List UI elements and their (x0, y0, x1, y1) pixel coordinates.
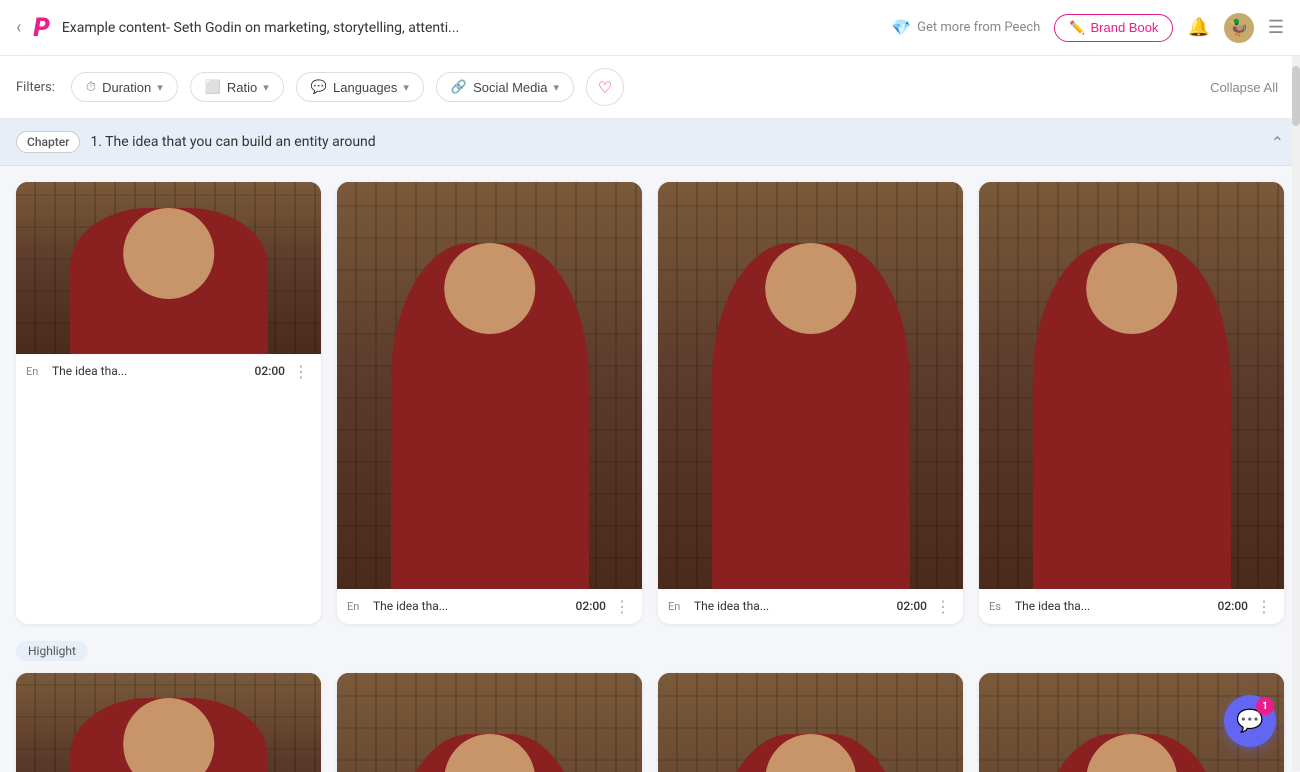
diamond-icon: 💎 (891, 18, 911, 37)
person-figure (123, 208, 215, 300)
video-card[interactable]: En The idea tha... 01:34 ⋮ (658, 673, 963, 772)
video-card[interactable]: En The idea tha... 01:34 ⋮ (16, 673, 321, 772)
more-options-icon[interactable]: ⋮ (291, 362, 311, 381)
card-info: Es The idea tha... 02:00 ⋮ (979, 589, 1284, 624)
card-thumbnail (16, 182, 321, 354)
thumbnail-image (337, 182, 642, 589)
clock-icon: ⏱ (86, 79, 96, 95)
person-figure (1086, 734, 1178, 772)
clip-name: The idea tha... (1015, 599, 1212, 613)
header-actions: 💎 Get more from Peech ✏️ Brand Book 🔔 🦆 … (891, 13, 1284, 43)
video-card[interactable]: En The idea tha... 02:00 ⋮ (658, 182, 963, 624)
languages-filter[interactable]: 💬 Languages ▾ (296, 72, 424, 102)
brand-book-button[interactable]: ✏️ Brand Book (1054, 14, 1173, 42)
chapter-cards-grid: En The idea tha... 02:00 ⋮ En The idea t… (16, 182, 1284, 624)
language-icon: 💬 (311, 79, 327, 95)
clip-name: The idea tha... (694, 599, 891, 613)
language-label: En (26, 365, 46, 378)
share-icon: 🔗 (451, 79, 467, 95)
collapse-all-button[interactable]: Collapse All (1204, 74, 1284, 101)
card-info: En The idea tha... 02:00 ⋮ (16, 354, 321, 389)
filters-bar: Filters: ⏱ Duration ▾ ⬜ Ratio ▾ 💬 Langua… (0, 56, 1300, 119)
chevron-down-icon: ▾ (157, 81, 163, 94)
person-figure (444, 243, 536, 335)
person-figure (1086, 243, 1178, 335)
video-card[interactable]: En The idea tha... 02:00 ⋮ (16, 182, 321, 624)
person-figure (765, 243, 857, 335)
scrollbar-thumb[interactable] (1292, 66, 1300, 126)
duration-filter[interactable]: ⏱ Duration ▾ (71, 72, 178, 102)
thumbnail-image (16, 673, 321, 772)
heart-icon: ♡ (598, 78, 612, 97)
chapter-badge: Chapter (16, 131, 80, 153)
upgrade-text: Get more from Peech (917, 20, 1040, 35)
card-info: En The idea tha... 02:00 ⋮ (337, 589, 642, 624)
filters-label: Filters: (16, 80, 55, 95)
card-thumbnail (979, 182, 1284, 589)
chapter-header: Chapter 1. The idea that you can build a… (0, 119, 1300, 166)
thumbnail-image (658, 182, 963, 589)
clip-duration: 02:00 (255, 364, 285, 378)
scrollbar-track[interactable] (1292, 56, 1300, 771)
favorites-filter[interactable]: ♡ (586, 68, 624, 106)
logo: P (33, 13, 49, 43)
thumbnail-image (16, 182, 321, 354)
card-thumbnail (337, 673, 642, 772)
menu-icon[interactable]: ☰ (1268, 17, 1284, 38)
chevron-down-icon: ▾ (263, 81, 269, 94)
social-media-label: Social Media (473, 80, 547, 95)
pencil-icon: ✏️ (1069, 20, 1085, 36)
person-figure (123, 698, 215, 772)
header: ‹ P Example content- Seth Godin on marke… (0, 0, 1300, 56)
more-options-icon[interactable]: ⋮ (612, 597, 632, 616)
thumbnail-image (337, 673, 642, 772)
chapter-cards-section: En The idea tha... 02:00 ⋮ En The idea t… (0, 166, 1300, 772)
card-info: En The idea tha... 02:00 ⋮ (658, 589, 963, 624)
person-figure (444, 734, 536, 772)
ratio-filter[interactable]: ⬜ Ratio ▾ (190, 72, 284, 102)
card-thumbnail (337, 182, 642, 589)
back-button[interactable]: ‹ (16, 17, 21, 38)
user-avatar[interactable]: 🦆 (1224, 13, 1254, 43)
video-card[interactable]: En The idea tha... 01:34 ⋮ (337, 673, 642, 772)
language-label: Es (989, 600, 1009, 613)
card-thumbnail (658, 182, 963, 589)
card-thumbnail (658, 673, 963, 772)
more-options-icon[interactable]: ⋮ (933, 597, 953, 616)
chapter-collapse-icon[interactable]: ⌃ (1271, 133, 1284, 152)
highlight-badge: Highlight (16, 641, 88, 661)
ratio-label: Ratio (227, 80, 257, 95)
clip-name: The idea tha... (373, 599, 570, 613)
highlight-cards-grid: En The idea tha... 01:34 ⋮ En The idea t… (16, 673, 1284, 772)
clip-name: The idea tha... (52, 364, 249, 378)
thumbnail-image (979, 182, 1284, 589)
more-options-icon[interactable]: ⋮ (1254, 597, 1274, 616)
video-card[interactable]: Es The idea tha... 02:00 ⋮ (979, 182, 1284, 624)
card-thumbnail (16, 673, 321, 772)
language-label: En (668, 600, 688, 613)
chapter-title: 1. The idea that you can build an entity… (90, 134, 1260, 150)
upgrade-section: 💎 Get more from Peech (891, 18, 1040, 37)
chevron-down-icon: ▾ (554, 81, 560, 94)
chevron-down-icon: ▾ (403, 81, 409, 94)
person-figure (765, 734, 857, 772)
thumbnail-image (658, 673, 963, 772)
video-card[interactable]: En The idea tha... 02:00 ⋮ (337, 182, 642, 624)
social-media-filter[interactable]: 🔗 Social Media ▾ (436, 72, 574, 102)
clip-duration: 02:00 (1218, 599, 1248, 613)
chat-badge: 1 (1256, 697, 1274, 715)
clip-duration: 02:00 (576, 599, 606, 613)
duration-label: Duration (102, 80, 151, 95)
chat-button[interactable]: 💬 1 (1224, 695, 1276, 747)
brand-book-label: Brand Book (1091, 20, 1159, 35)
ratio-icon: ⬜ (205, 79, 221, 95)
page-title: Example content- Seth Godin on marketing… (62, 20, 879, 36)
notification-bell-icon[interactable]: 🔔 (1187, 17, 1209, 38)
language-label: En (347, 600, 367, 613)
clip-duration: 02:00 (897, 599, 927, 613)
languages-label: Languages (333, 80, 397, 95)
main-content: Chapter 1. The idea that you can build a… (0, 119, 1300, 772)
